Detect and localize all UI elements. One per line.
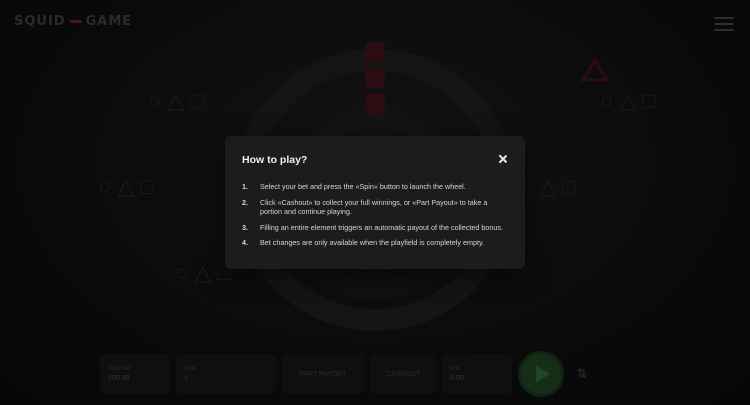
list-item: 4. Bet changes are only available when t…: [242, 238, 508, 248]
step-text: Select your bet and press the «Spin» but…: [260, 182, 466, 191]
list-item: 1. Select your bet and press the «Spin» …: [242, 182, 508, 192]
step-number: 3.: [242, 222, 248, 232]
instructions-list: 1. Select your bet and press the «Spin» …: [242, 182, 508, 248]
dialog-title: How to play?: [242, 154, 308, 166]
list-item: 3. Filling an entire element triggers an…: [242, 223, 508, 233]
step-number: 4.: [242, 238, 248, 247]
step-number: 2.: [242, 197, 248, 207]
close-icon[interactable]: [497, 153, 509, 165]
step-text: Filling an entire element triggers an au…: [260, 222, 503, 232]
list-item: 2. Click «Cashout» to collect your full …: [242, 198, 508, 217]
step-number: 1.: [242, 182, 248, 191]
game-screen: SQUID GAME ○△□ ○△□ ○△□ ○△□ ○△□ Total bet…: [0, 0, 750, 405]
how-to-play-dialog: How to play? 1. Select your bet and pres…: [225, 136, 525, 269]
step-text: Click «Cashout» to collect your full win…: [260, 197, 488, 217]
step-text: Bet changes are only available when the …: [260, 238, 485, 247]
